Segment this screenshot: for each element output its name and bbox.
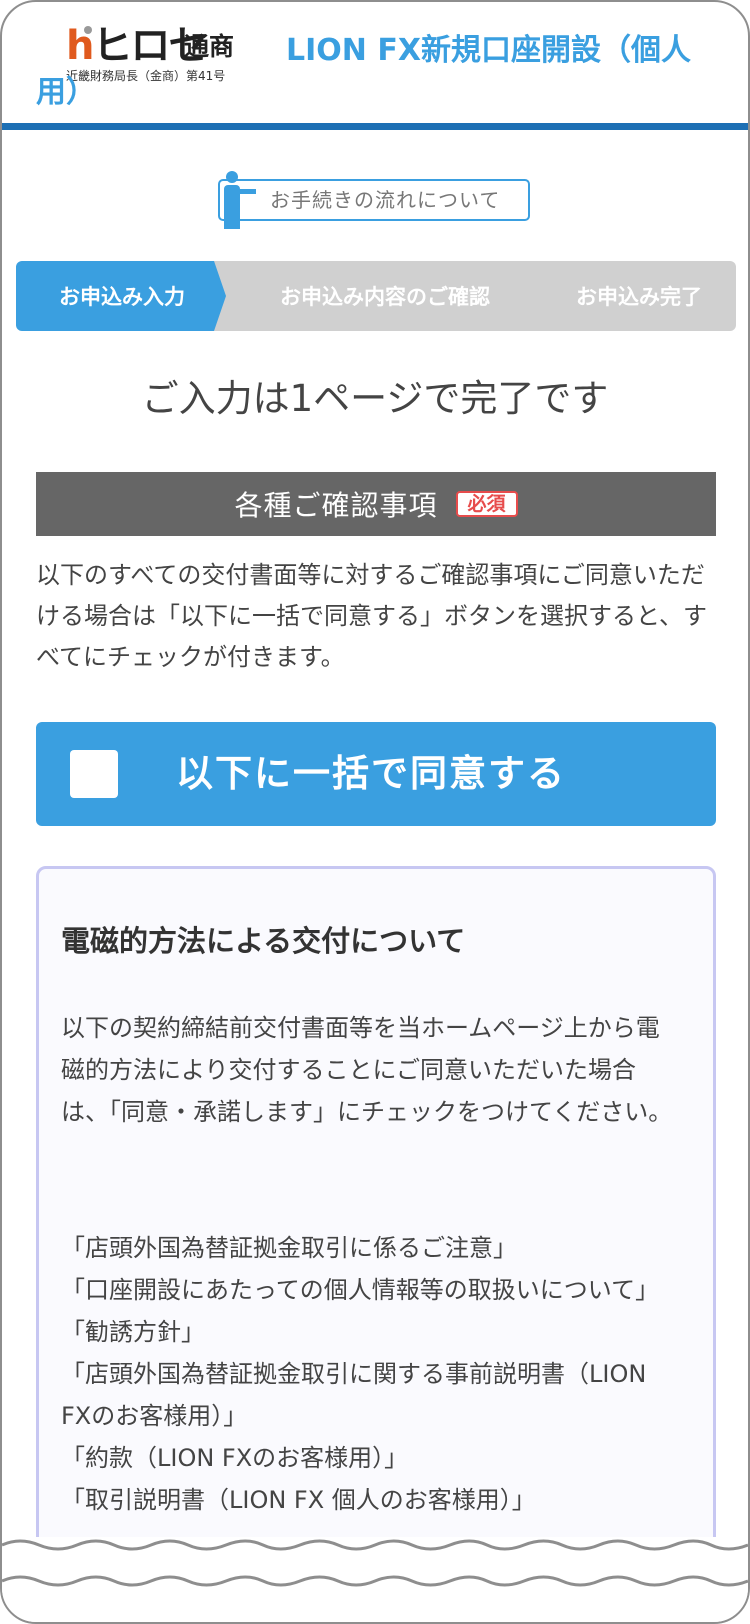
procedure-flow-button[interactable]: お手続きの流れについて <box>218 171 530 229</box>
phone-frame: hヒロセ 通商 近畿財務局長（金商）第41号 LION FX新規口座開設（個人用… <box>0 0 750 1624</box>
headline: ご入力は1ページで完了です <box>141 377 609 420</box>
page-title: LION FX新規口座開設（個人用） <box>36 33 691 110</box>
list-item: 「約款（LION FXのお客様用）」 <box>61 1444 409 1472</box>
header-divider <box>2 123 748 130</box>
agree-all-button[interactable]: 以下に一括で同意する <box>36 722 716 826</box>
list-item: 「勧誘方針」 <box>61 1318 205 1346</box>
list-item: 「口座開設にあたっての個人情報等の取扱いについて」 <box>61 1276 660 1304</box>
required-badge: 必須 <box>455 491 518 517</box>
list-item: 「店頭外国為替証拠金取引に係るご注意」 <box>61 1234 517 1262</box>
torn-edge-divider <box>2 1537 748 1622</box>
agree-all-checkbox[interactable] <box>70 750 118 798</box>
electronic-delivery-body: 以下の契約締結前交付書面等を当ホームページ上から電磁的方法により交付することにご… <box>61 1014 673 1126</box>
progress-steps: お申込み入力 お申込み内容のご確認 お申込み完了 <box>16 261 736 331</box>
page-header: hヒロセ 通商 近畿財務局長（金商）第41号 LION FX新規口座開設（個人用… <box>2 2 748 130</box>
list-item: 「取引説明書（LION FX 個人のお客様用）」 <box>61 1486 536 1514</box>
electronic-delivery-box: 電磁的方法による交付について 以下の契約締結前交付書面等を当ホームページ上から電… <box>36 866 716 1622</box>
section-header: 各種ご確認事項 必須 <box>36 472 716 536</box>
step-complete: お申込み完了 <box>530 261 736 331</box>
section-intro: 以下のすべての交付書面等に対するご確認事項にご同意いただける場合は「以下に一括で… <box>36 561 708 671</box>
document-list: 「店頭外国為替証拠金取引に係るご注意」 「口座開設にあたっての個人情報等の取扱い… <box>61 1227 681 1521</box>
section-title: 各種ご確認事項 <box>234 489 438 522</box>
step-input: お申込み入力 <box>16 261 228 331</box>
electronic-delivery-title: 電磁的方法による交付について <box>61 924 466 958</box>
list-item: 「店頭外国為替証拠金取引に関する事前説明書（LION FXのお客様用）」 <box>61 1360 647 1430</box>
person-icon <box>212 171 256 233</box>
step-confirm: お申込み内容のご確認 <box>214 261 544 331</box>
procedure-flow-label: お手続きの流れについて <box>270 188 501 212</box>
agree-all-label: 以下に一括で同意する <box>176 752 566 795</box>
